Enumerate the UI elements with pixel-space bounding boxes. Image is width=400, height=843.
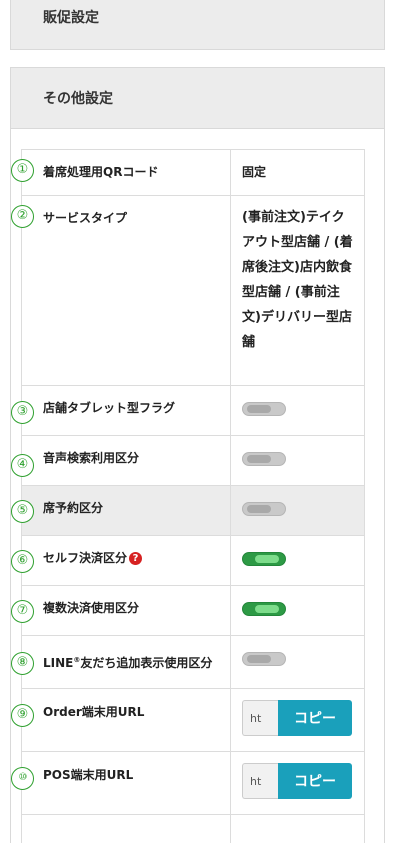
multi-payment-label: 複数決済使用区分 (43, 601, 140, 615)
row-number-badge: ① (11, 159, 34, 182)
row-number-badge: ⑤ (11, 500, 34, 523)
table-row: ③ 店舗タブレット型フラグ (11, 385, 365, 436)
other-settings-title: その他設定 (43, 91, 113, 107)
voice-search-label: 音声検索利用区分 (43, 451, 140, 465)
table-row: ⑨ Order端末用URL コピー (11, 688, 365, 752)
qr-code-value: 固定 (242, 165, 267, 179)
toggle-knob (247, 405, 271, 413)
help-icon[interactable]: ? (129, 552, 143, 565)
row-number-badge: ③ (11, 401, 34, 424)
seat-reservation-label: 席予約区分 (43, 501, 104, 515)
order-url-label: Order端末用URL (43, 705, 145, 719)
row-number-badge: ② (11, 205, 34, 228)
promo-settings-header[interactable]: 販促設定 (10, 0, 385, 50)
line-friend-toggle[interactable] (242, 652, 286, 666)
pos-url-label: POS端末用URL (43, 768, 134, 782)
table-row: ⑩ POS端末用URL コピー (11, 751, 365, 815)
promo-settings-title: 販促設定 (43, 10, 99, 26)
table-row: ⑤ 席予約区分 (11, 485, 365, 536)
tablet-flag-toggle[interactable] (242, 402, 286, 416)
row-number-badge: ⑥ (11, 550, 34, 573)
table-row: ⑦ 複数決済使用区分 (11, 585, 365, 636)
table-row (21, 814, 365, 843)
service-type-label: サービスタイプ (43, 211, 128, 225)
table-row: ④ 音声検索利用区分 (11, 435, 365, 486)
row-number-badge: ⑧ (11, 652, 34, 675)
pos-url-input[interactable] (242, 763, 278, 799)
self-payment-toggle[interactable] (242, 552, 286, 566)
self-payment-label: セルフ決済区分 (43, 551, 128, 565)
order-url-group: コピー (242, 700, 354, 736)
toggle-knob (247, 455, 271, 463)
pos-url-copy-button[interactable]: コピー (278, 763, 352, 799)
table-row: ⑧ LINE®友だち追加表示使用区分 (11, 635, 365, 689)
voice-search-toggle[interactable] (242, 452, 286, 466)
toggle-knob (255, 605, 279, 613)
table-row: ② サービスタイプ (事前注文)テイクアウト型店舗 / (着席後注文)店内飲食型… (11, 195, 365, 386)
tablet-flag-label: 店舗タブレット型フラグ (43, 401, 176, 415)
other-settings-table: ① 着席処理用QRコード 固定 ② サービスタイプ (事前注文)テイクアウト型店… (11, 149, 365, 843)
order-url-input[interactable] (242, 700, 278, 736)
pos-url-group: コピー (242, 763, 354, 799)
table-row: ① 着席処理用QRコード 固定 (11, 149, 365, 196)
qr-code-label: 着席処理用QRコード (43, 165, 159, 179)
line-friend-label: LINE®友だち追加表示使用区分 (43, 656, 213, 670)
toggle-knob (255, 555, 279, 563)
table-row: ⑥ セルフ決済区分? (11, 535, 365, 586)
multi-payment-toggle[interactable] (242, 602, 286, 616)
other-settings-header[interactable]: その他設定 (10, 67, 385, 129)
row-number-badge: ⑦ (11, 600, 34, 623)
row-number-badge: ④ (11, 454, 34, 477)
service-type-value: (事前注文)テイクアウト型店舗 / (着席後注文)店内飲食型店舗 / (事前注文… (242, 210, 353, 350)
toggle-knob (247, 505, 271, 513)
seat-reservation-toggle[interactable] (242, 502, 286, 516)
order-url-copy-button[interactable]: コピー (278, 700, 352, 736)
row-number-badge: ⑩ (11, 767, 34, 790)
row-number-badge: ⑨ (11, 704, 34, 727)
toggle-knob (247, 655, 271, 663)
